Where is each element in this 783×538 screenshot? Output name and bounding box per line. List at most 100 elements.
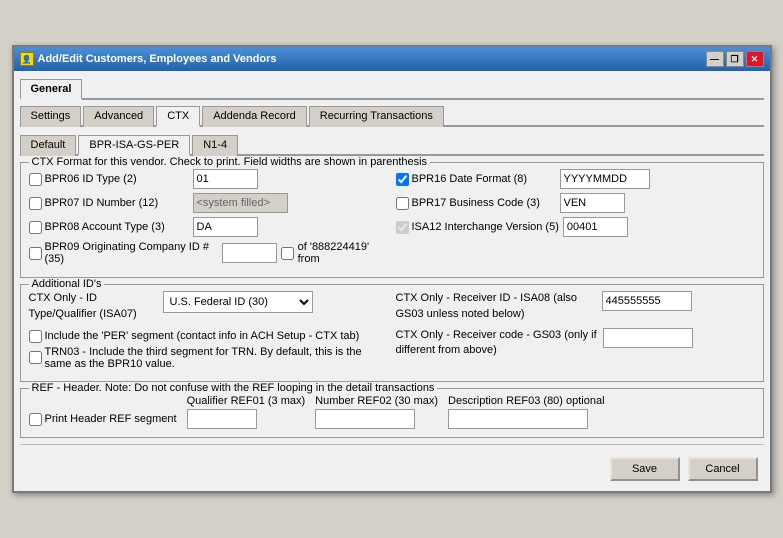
bpr09-checkbox[interactable] (29, 247, 42, 260)
receiver-id-line1: CTX Only - Receiver ID - ISA08 (also (396, 292, 578, 304)
ctx-format-group: CTX Format for this vendor. Check to pri… (20, 162, 764, 278)
receiver-code-line2: different from above) (396, 344, 497, 356)
ctx-left-col: BPR06 ID Type (2) BPR07 ID Number (12) (29, 169, 388, 269)
window-body: General Settings Advanced CTX Addenda Re… (14, 71, 770, 491)
bpr17-text: BPR17 Business Code (3) (412, 197, 540, 209)
number-label: Number REF02 (30 max) (315, 395, 438, 407)
number-input[interactable] (315, 409, 415, 429)
isa12-checkbox[interactable] (396, 221, 409, 234)
bpr06-input[interactable] (193, 169, 258, 189)
additional-ids-group: Additional ID's CTX Only - ID Type/Quali… (20, 284, 764, 382)
bpr08-text: BPR08 Account Type (3) (45, 221, 165, 233)
bpr16-row: BPR16 Date Format (8) (396, 169, 755, 189)
bpr08-label: BPR08 Account Type (3) (29, 221, 189, 234)
bpr09-text: BPR09 Originating Company ID # (35) (45, 241, 218, 265)
tab-bpr-isa[interactable]: BPR-ISA-GS-PER (78, 135, 190, 156)
description-field: Description REF03 (80) optional (448, 395, 605, 429)
print-ref-label: Print Header REF segment (29, 413, 177, 426)
bpr17-checkbox[interactable] (396, 197, 409, 210)
print-ref-text: Print Header REF segment (45, 413, 177, 425)
bpr17-label: BPR17 Business Code (3) (396, 197, 556, 210)
per-segment-label: Include the 'PER' segment (contact info … (45, 330, 360, 342)
bpr08-checkbox[interactable] (29, 221, 42, 234)
ctx-id-label-block: CTX Only - ID Type/Qualifier (ISA07) (29, 291, 159, 322)
bpr16-checkbox[interactable] (396, 173, 409, 186)
tab-ctx[interactable]: CTX (156, 106, 200, 127)
trn03-row: TRN03 - Include the third segment for TR… (29, 346, 388, 370)
cancel-button[interactable]: Cancel (688, 457, 758, 481)
close-button[interactable]: ✕ (746, 51, 764, 67)
ctx-fields-layout: BPR06 ID Type (2) BPR07 ID Number (12) (29, 169, 755, 269)
isa12-row: ISA12 Interchange Version (5) (396, 217, 755, 237)
bpr16-input[interactable] (560, 169, 650, 189)
ctx-right-col: BPR16 Date Format (8) BPR17 Business Cod… (396, 169, 755, 269)
sub-tab-row: Settings Advanced CTX Addenda Record Rec… (20, 104, 764, 127)
separator (20, 444, 764, 445)
bpr17-row: BPR17 Business Code (3) (396, 193, 755, 213)
title-bar-controls: — ❐ ✕ (706, 51, 764, 67)
bpr06-text: BPR06 ID Type (2) (45, 173, 137, 185)
bpr09-input[interactable] (222, 243, 277, 263)
bpr17-input[interactable] (560, 193, 625, 213)
receiver-id-input[interactable] (602, 291, 692, 311)
description-input[interactable] (448, 409, 588, 429)
bpr09-of-checkbox[interactable] (281, 247, 294, 260)
restore-button[interactable]: ❐ (726, 51, 744, 67)
qualifier-input[interactable] (187, 409, 257, 429)
bpr07-label: BPR07 ID Number (12) (29, 197, 189, 210)
tab-recurring[interactable]: Recurring Transactions (309, 106, 444, 127)
bpr06-checkbox[interactable] (29, 173, 42, 186)
tab-general[interactable]: General (20, 79, 83, 100)
print-ref-checkbox[interactable] (29, 413, 42, 426)
qualifier-label: Qualifier REF01 (3 max) (187, 395, 306, 407)
main-window: 👤 Add/Edit Customers, Employees and Vend… (12, 45, 772, 493)
bpr08-row: BPR08 Account Type (3) (29, 217, 388, 237)
bpr09-row: BPR09 Originating Company ID # (35) of '… (29, 241, 388, 265)
ref-fields-row: Print Header REF segment Qualifier REF01… (29, 395, 755, 429)
tab-addenda[interactable]: Addenda Record (202, 106, 307, 127)
title-bar: 👤 Add/Edit Customers, Employees and Vend… (14, 47, 770, 71)
ctx-id-select[interactable]: U.S. Federal ID (30) EIN (01) SSN (34) (163, 291, 313, 313)
ctx-format-label: CTX Format for this vendor. Check to pri… (29, 156, 431, 168)
title-bar-left: 👤 Add/Edit Customers, Employees and Vend… (20, 52, 277, 66)
trn03-label: TRN03 - Include the third segment for TR… (45, 346, 388, 370)
receiver-code-row: CTX Only - Receiver code - GS03 (only if… (396, 328, 755, 359)
receiver-id-row: CTX Only - Receiver ID - ISA08 (also GS0… (396, 291, 755, 322)
ref-group: REF - Header. Note: Do not confuse with … (20, 388, 764, 438)
bpr16-label: BPR16 Date Format (8) (396, 173, 556, 186)
additional-right: CTX Only - Receiver ID - ISA08 (also GS0… (396, 291, 755, 373)
per-segment-checkbox[interactable] (29, 330, 42, 343)
bpr08-input[interactable] (193, 217, 258, 237)
receiver-id-line2: GS03 unless noted below) (396, 308, 525, 320)
bpr07-input[interactable] (193, 193, 288, 213)
isa12-input[interactable] (563, 217, 628, 237)
tab-advanced[interactable]: Advanced (83, 106, 154, 127)
bpr07-checkbox[interactable] (29, 197, 42, 210)
trn03-checkbox[interactable] (29, 351, 42, 364)
bpr06-label: BPR06 ID Type (2) (29, 173, 189, 186)
button-row: Save Cancel (20, 449, 764, 485)
ref-group-label: REF - Header. Note: Do not confuse with … (29, 382, 438, 394)
window-title: Add/Edit Customers, Employees and Vendor… (38, 53, 277, 65)
per-segment-row: Include the 'PER' segment (contact info … (29, 330, 388, 343)
additional-ids-layout: CTX Only - ID Type/Qualifier (ISA07) U.S… (29, 291, 755, 373)
qualifier-field: Qualifier REF01 (3 max) (187, 395, 306, 429)
bpr07-row: BPR07 ID Number (12) (29, 193, 388, 213)
ctx-id-line2: Type/Qualifier (ISA07) (29, 308, 137, 320)
minimize-button[interactable]: — (706, 51, 724, 67)
ctx-id-line1: CTX Only - ID (29, 292, 97, 304)
bpr16-text: BPR16 Date Format (8) (412, 173, 528, 185)
main-tab-row: General (20, 77, 764, 100)
receiver-code-input[interactable] (603, 328, 693, 348)
additional-ids-label: Additional ID's (29, 278, 105, 290)
tab-n1-4[interactable]: N1-4 (192, 135, 238, 156)
bpr09-label: BPR09 Originating Company ID # (35) (29, 241, 218, 265)
tab-settings[interactable]: Settings (20, 106, 82, 127)
bpr07-text: BPR07 ID Number (12) (45, 197, 159, 209)
tab-default[interactable]: Default (20, 135, 77, 156)
isa12-text: ISA12 Interchange Version (5) (412, 221, 559, 233)
ctx-id-row: CTX Only - ID Type/Qualifier (ISA07) U.S… (29, 291, 388, 322)
save-button[interactable]: Save (610, 457, 680, 481)
print-ref-check: Print Header REF segment (29, 413, 177, 429)
number-field: Number REF02 (30 max) (315, 395, 438, 429)
